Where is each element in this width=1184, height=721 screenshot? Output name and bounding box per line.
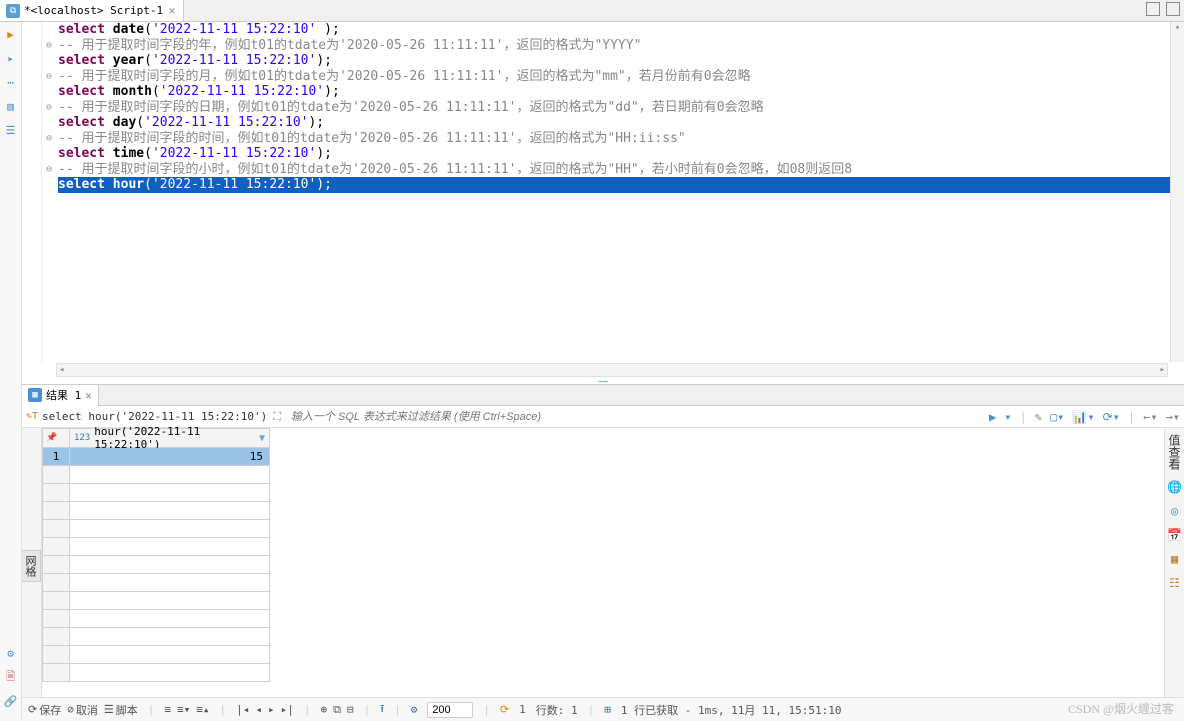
close-tab-icon[interactable]: ✕ (167, 6, 177, 16)
bars-down-icon[interactable]: ≡▾ (177, 703, 190, 716)
grid-view-tab[interactable]: 网格 (19, 550, 41, 582)
explain-icon[interactable]: ⋯ (3, 74, 19, 90)
copy-row-icon[interactable]: ⧉ (333, 703, 341, 717)
results-tab[interactable]: ▦ 结果 1 ✕ (22, 385, 99, 406)
outline-icon[interactable]: ▥ (3, 98, 19, 114)
nav-index: 1 (519, 703, 526, 716)
query-text-display: ✎T select hour('2022-11-11 15:22:10') (26, 410, 267, 423)
results-tab-label: 结果 1 (46, 387, 81, 403)
sql-file-icon: ⧉ (6, 4, 20, 18)
editor-tabbar: ⧉ *<localhost> Script-1 ✕ (0, 0, 1184, 22)
maximize-icon[interactable] (1166, 2, 1180, 16)
chart-icon[interactable]: 📊▾ (1072, 410, 1094, 424)
value-viewer-tab[interactable]: 值查看 (1166, 434, 1183, 470)
filter-dropdown-icon[interactable]: ▾ (1004, 410, 1011, 424)
wand-icon[interactable]: ✎ (1035, 410, 1042, 424)
save-button[interactable]: ⟳ 保存 (28, 702, 61, 718)
history-icon[interactable]: ☰ (3, 122, 19, 138)
add-row-icon[interactable]: ⊕ (320, 703, 327, 716)
refresh-results-icon[interactable]: ⟳ (500, 703, 509, 716)
back-icon[interactable]: ←▾ (1143, 410, 1157, 424)
code-text-area[interactable]: select date('2022-11-11 15:22:10' );-- 用… (56, 22, 1170, 362)
close-results-icon[interactable]: ✕ (85, 389, 92, 402)
fold-column: ⊖ ⊖ ⊖ ⊖ ⊖ (42, 22, 56, 362)
filter-input[interactable] (287, 409, 983, 425)
export-icon[interactable]: ⭱ (380, 700, 384, 719)
globe-icon[interactable]: 🌐 (1167, 480, 1182, 494)
line-gutter (22, 22, 42, 362)
code-editor[interactable]: ⊖ ⊖ ⊖ ⊖ ⊖ select date('2022-11-11 15:22:… (22, 22, 1184, 362)
page-size-input[interactable] (427, 702, 473, 718)
results-left-tabs: 网格 文本 ⇢ (22, 428, 42, 697)
grid-corner[interactable]: 📌 (42, 428, 70, 448)
cancel-button[interactable]: ⊘ 取消 (67, 702, 98, 718)
apply-filter-icon[interactable]: ▶ (989, 410, 996, 424)
prev-page-icon[interactable]: ◂ (255, 703, 262, 716)
vertical-scrollbar[interactable]: ▴ (1170, 22, 1184, 362)
editor-hscroll-row: ◂ ▸ (22, 362, 1184, 378)
palette-icon[interactable]: ▦ (1171, 552, 1178, 566)
calendar-icon[interactable]: 📅 (1167, 528, 1182, 542)
column-filter-icon[interactable]: ▼ (259, 433, 265, 444)
last-page-icon[interactable]: ▸| (281, 703, 294, 716)
results-grid[interactable]: 📌 123 hour('2022-11-11 15:22:10') ▼ 1 15 (42, 428, 1164, 697)
target-icon[interactable]: ◎ (1171, 504, 1178, 518)
delete-row-icon[interactable]: ⊟ (347, 703, 354, 716)
fetch-info: 1 行已获取 - 1ms, 11月 11, 15:51:10 (621, 702, 842, 718)
cell-value[interactable]: 15 (70, 448, 270, 466)
editor-tab[interactable]: ⧉ *<localhost> Script-1 ✕ (0, 0, 184, 21)
settings-icon[interactable]: ⚙ (3, 645, 19, 661)
column-header[interactable]: 123 hour('2022-11-11 15:22:10') ▼ (70, 428, 270, 448)
sql-badge-icon: ✎T (26, 411, 38, 422)
execute-plan-icon[interactable]: ▸ (3, 50, 19, 66)
link-icon[interactable]: 🔗 (3, 693, 19, 709)
type-badge-icon: 123 (74, 433, 90, 443)
forward-icon[interactable]: →▾ (1166, 410, 1180, 424)
minimize-icon[interactable] (1146, 2, 1160, 16)
execute-icon[interactable]: ▶ (3, 26, 19, 42)
bars-up-icon[interactable]: ≡▴ (196, 703, 209, 716)
watermark: CSDN @烟火缠过客 (1068, 700, 1174, 717)
script-button[interactable]: ☰ 脚本 (104, 702, 138, 718)
pin-icon: 📌 (46, 433, 57, 443)
bars-icon[interactable]: ≡ (164, 703, 171, 716)
left-toolbar: ▶ ▸ ⋯ ▥ ☰ ⚙ 🗎 🔗 (0, 22, 22, 721)
row-number[interactable]: 1 (42, 448, 70, 466)
rows-label: 行数: 1 (536, 702, 578, 718)
fetch-status-icon: ⊞ (604, 703, 611, 716)
horizontal-scrollbar[interactable]: ◂ ▸ (56, 363, 1168, 377)
layers-icon[interactable]: ☷ (1169, 576, 1180, 590)
expand-icon[interactable]: ⛶ (273, 410, 281, 424)
refresh-icon[interactable]: ⟳▾ (1103, 410, 1120, 424)
first-page-icon[interactable]: |◂ (236, 703, 249, 716)
panel-toggle-icon[interactable]: ▢▾ (1050, 410, 1064, 424)
grid-icon: ▦ (28, 388, 42, 402)
next-page-icon[interactable]: ▸ (268, 703, 275, 716)
results-right-tabs: 值查看 🌐 ◎ 📅 ▦ ☷ (1164, 428, 1184, 697)
status-bar: ⟳ 保存 ⊘ 取消 ☰ 脚本 | ≡ ≡▾ ≡▴ | |◂ ◂ ▸ ▸| | (22, 697, 1184, 721)
results-tabbar: ▦ 结果 1 ✕ (22, 384, 1184, 406)
editor-tab-title: *<localhost> Script-1 (24, 4, 163, 17)
source-icon[interactable]: 🗎 (3, 669, 19, 685)
gear-icon[interactable]: ⚙ (411, 703, 418, 716)
